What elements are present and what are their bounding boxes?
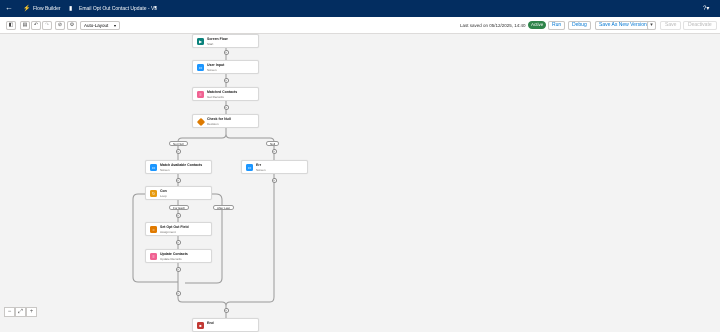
- deactivate-button[interactable]: Deactivate: [683, 21, 717, 30]
- flow-title: Email Opt Out Contact Update - V3: [79, 6, 158, 12]
- add-element-button[interactable]: +: [175, 149, 181, 154]
- zoom-in-button[interactable]: +: [26, 307, 37, 317]
- end-node[interactable]: ■ End: [192, 318, 259, 332]
- add-element-button[interactable]: +: [175, 213, 181, 218]
- flow-builder-icon: ⚡: [23, 6, 31, 12]
- add-element-button[interactable]: +: [271, 149, 277, 154]
- add-element-button[interactable]: +: [223, 308, 229, 313]
- add-element-button[interactable]: +: [175, 291, 181, 296]
- last-saved-text: Last saved on 05/12/2025, 14:40: [460, 23, 526, 28]
- branch-label-not-null[interactable]: Not Null: [169, 141, 188, 146]
- debug-button[interactable]: Debug: [568, 21, 591, 30]
- undo-button[interactable]: ↶: [31, 21, 41, 30]
- branch-label-after-last[interactable]: After Last: [213, 205, 234, 210]
- status-badge: Active: [528, 21, 547, 29]
- loop-icon: ↻: [150, 190, 157, 197]
- screen-node-match-available[interactable]: ▭ Match Available Contacts Screen: [145, 160, 212, 174]
- assignment-node-set-opt-out[interactable]: = Set Opt Out Field Assignment: [145, 222, 212, 236]
- back-arrow-icon[interactable]: ←: [5, 4, 13, 12]
- database-icon: ≡: [197, 91, 204, 98]
- start-node[interactable]: ▶ Screen Flow Start: [192, 34, 259, 48]
- chevron-down-icon[interactable]: ▾: [154, 5, 157, 11]
- branch-label-null[interactable]: Null: [266, 141, 280, 146]
- document-icon: ▮: [69, 6, 73, 12]
- help-icon[interactable]: ?▾: [703, 5, 709, 12]
- add-element-button[interactable]: +: [175, 240, 181, 245]
- app-name: Flow Builder: [33, 6, 61, 12]
- branch-label-for-each[interactable]: For Each: [169, 205, 190, 210]
- block-button[interactable]: ⊘: [55, 21, 65, 30]
- add-element-button[interactable]: +: [223, 50, 229, 55]
- add-element-button[interactable]: +: [223, 78, 229, 83]
- flow-canvas[interactable]: ▶ Screen Flow Start + ▭ User Input Scree…: [0, 34, 720, 332]
- assignment-icon: =: [150, 226, 157, 233]
- redo-button[interactable]: ↷: [42, 21, 52, 30]
- connector-lines: [132, 46, 275, 319]
- fit-view-button[interactable]: ⤢: [15, 307, 26, 317]
- settings-button[interactable]: ⚙: [67, 21, 77, 30]
- run-button[interactable]: Run: [548, 21, 566, 30]
- database-icon: ≡: [150, 253, 157, 260]
- stop-icon: ■: [197, 322, 204, 329]
- toggle-panel-button[interactable]: ◧: [6, 21, 16, 30]
- decision-node-check-null[interactable]: Check for Null Decision: [192, 114, 259, 128]
- resources-button[interactable]: ▤: [20, 21, 30, 30]
- play-icon: ▶: [197, 38, 204, 45]
- add-element-button[interactable]: +: [175, 178, 181, 183]
- loop-node-con[interactable]: ↻ Con Loop: [145, 186, 212, 200]
- save-button[interactable]: Save: [660, 21, 682, 30]
- add-element-button[interactable]: +: [271, 178, 277, 183]
- add-element-button[interactable]: +: [223, 105, 229, 110]
- zoom-out-button[interactable]: −: [4, 307, 15, 317]
- layout-select[interactable]: Auto-Layout ▾: [80, 21, 120, 30]
- app-header: ← ⚡ Flow Builder ▮ Email Opt Out Contact…: [0, 0, 720, 17]
- screen-node-user-input[interactable]: ▭ User Input Screen: [192, 60, 259, 74]
- decision-diamond-icon: [196, 117, 206, 127]
- save-as-new-version-button[interactable]: Save As New Version: [595, 21, 651, 30]
- screen-icon: ▭: [150, 164, 157, 171]
- screen-icon: ▭: [197, 64, 204, 71]
- add-element-button[interactable]: +: [175, 267, 181, 272]
- screen-icon: ▭: [246, 164, 253, 171]
- toolbar: ◧ ▤ ↶ ↷ ⊘ ⚙ Auto-Layout ▾ Last saved on 0…: [0, 17, 720, 34]
- chevron-down-icon: ▾: [113, 23, 116, 28]
- more-actions-button[interactable]: ▾: [647, 21, 656, 30]
- get-records-node-matched-contacts[interactable]: ≡ Matched Contacts Get Records: [192, 87, 259, 101]
- update-records-node[interactable]: ≡ Update Contacts Update Records: [145, 249, 212, 263]
- screen-node-err[interactable]: ▭ Err Screen: [241, 160, 308, 174]
